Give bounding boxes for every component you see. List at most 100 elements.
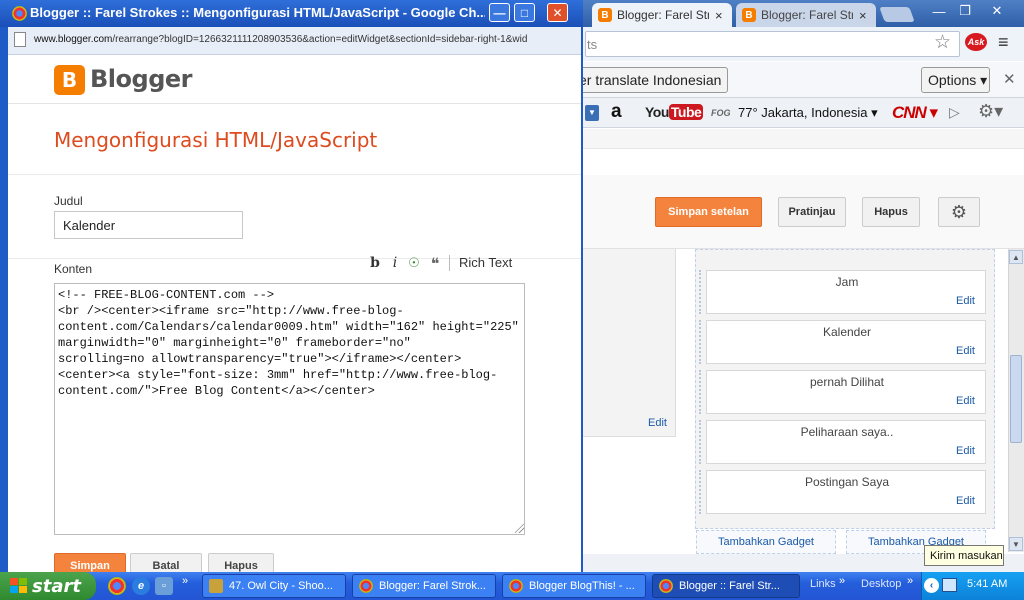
gadget-peliharaan-saya[interactable]: Peliharaan saya.. Edit <box>706 420 986 464</box>
drag-handle-icon[interactable] <box>699 320 705 364</box>
settings-gear-icon[interactable]: ⚙ <box>938 197 980 227</box>
popup-minimize-icon[interactable]: — <box>489 3 510 22</box>
windows-logo-icon <box>10 578 27 594</box>
save-arrangement-button[interactable]: Simpan setelan <box>655 197 762 227</box>
gadget-edit-link[interactable]: Edit <box>956 295 975 307</box>
toolbar-separator <box>449 255 450 271</box>
quicklaunch-chevron-icon[interactable]: » <box>182 575 188 587</box>
bookmark-star-icon[interactable]: ☆ <box>934 31 951 54</box>
gadget-edit-link[interactable]: Edit <box>956 445 975 457</box>
translate-button[interactable]: er translate Indonesian <box>568 67 728 93</box>
gadget-title: Kalender <box>822 325 872 339</box>
weather-widget[interactable]: 77° Jakarta, Indonesia ▾ <box>738 105 878 121</box>
gadget-kalender[interactable]: Kalender Edit <box>706 320 986 364</box>
scroll-up-icon[interactable]: ▲ <box>1009 250 1023 264</box>
blogger-favicon-icon: B <box>598 8 612 22</box>
gadget-edit-link[interactable]: Edit <box>956 395 975 407</box>
add-gadget-link[interactable]: Tambahkan Gadget <box>696 530 836 554</box>
minimize-icon[interactable]: — <box>928 2 950 20</box>
preview-button[interactable]: Pratinjau <box>778 197 846 227</box>
chrome-icon <box>509 579 523 593</box>
browser-tab-blogger-2[interactable]: B Blogger: Farel Stro × <box>736 3 876 27</box>
resize-grip-icon[interactable] <box>515 524 524 533</box>
blogger-wordmark: Blogger <box>90 65 192 93</box>
network-icon[interactable] <box>942 578 957 592</box>
taskbar-clock[interactable]: 5:41 AM <box>967 578 1007 590</box>
desktop-chevron-icon[interactable]: » <box>907 575 913 587</box>
chrome-menu-icon[interactable]: ≡ <box>998 32 1009 53</box>
drag-handle-icon[interactable] <box>699 370 705 414</box>
play-icon[interactable]: ▷ <box>949 104 960 121</box>
layout-main-column <box>580 249 676 437</box>
feedback-tooltip: Kirim masukan <box>924 545 1004 566</box>
cnn-icon[interactable]: CNN ▾ <box>892 103 938 123</box>
media-player-icon <box>209 579 223 593</box>
popup-maximize-icon[interactable]: □ <box>514 3 535 22</box>
youtube-you: You <box>645 104 669 120</box>
links-toolbar[interactable]: Links <box>810 578 836 590</box>
ask-extension-icon[interactable]: Ask <box>965 33 987 51</box>
translate-options-button[interactable]: Options ▾ <box>921 67 990 93</box>
close-window-icon[interactable]: ✕ <box>986 2 1008 20</box>
blogger-favicon-icon: B <box>742 8 756 22</box>
desktop-toolbar[interactable]: Desktop <box>861 578 901 590</box>
link-icon[interactable]: ☉ <box>405 253 423 273</box>
youtube-tube: Tube <box>668 104 704 120</box>
scroll-down-icon[interactable]: ▼ <box>1009 537 1023 551</box>
taskbar-item-label: 47. Owl City - Shoo... <box>229 580 333 592</box>
tab-close-icon[interactable]: × <box>859 8 867 23</box>
gadget-postingan-saya[interactable]: Postingan Saya Edit <box>706 470 986 514</box>
bold-button[interactable]: b <box>367 253 383 273</box>
quote-button[interactable]: ❝ <box>427 253 443 273</box>
content-code-editor[interactable]: <!-- FREE-BLOG-CONTENT.com --> <br /><ce… <box>54 283 525 535</box>
taskbar-item-blogger-farel[interactable]: Blogger: Farel Strok... <box>352 574 496 598</box>
taskbar-item-owl-city[interactable]: 47. Owl City - Shoo... <box>202 574 346 598</box>
youtube-icon[interactable]: You Tube <box>645 104 704 120</box>
links-chevron-icon[interactable]: » <box>839 575 845 587</box>
toolbar-dropdown-icon[interactable]: ▼ <box>585 105 599 121</box>
desktop-quicklaunch-icon[interactable]: ▫ <box>155 577 173 595</box>
gadget-pernah-dilihat[interactable]: pernah Dilihat Edit <box>706 370 986 414</box>
title-input[interactable] <box>54 211 243 239</box>
url-domain: www.blogger.com <box>34 34 113 45</box>
popup-close-icon[interactable]: ✕ <box>547 3 568 22</box>
chrome-quicklaunch-icon[interactable] <box>108 577 126 595</box>
drag-handle-icon[interactable] <box>699 420 705 464</box>
weather-fog-icon: FOG <box>711 108 731 118</box>
taskbar-item-label: Blogger :: Farel Str... <box>679 580 780 592</box>
gadget-title: Peliharaan saya.. <box>800 425 894 439</box>
drag-handle-icon[interactable] <box>699 470 705 514</box>
chrome-icon <box>659 579 673 593</box>
rich-text-toggle[interactable]: Rich Text <box>459 255 512 270</box>
chrome-icon <box>12 6 27 21</box>
taskbar-item-blogthis[interactable]: Blogger BlogThis! - ... <box>502 574 646 598</box>
gadget-jam[interactable]: Jam Edit <box>706 270 986 314</box>
omnibox[interactable] <box>585 31 960 57</box>
tray-expand-icon[interactable]: ‹ <box>924 578 939 593</box>
main-column-edit-link[interactable]: Edit <box>648 417 667 429</box>
taskbar-item-blogger-config[interactable]: Blogger :: Farel Str... <box>652 574 800 598</box>
new-tab-button[interactable] <box>879 7 915 22</box>
drag-handle-icon[interactable] <box>699 270 705 314</box>
gadget-title: pernah Dilihat <box>809 375 885 389</box>
layout-header-strip <box>580 129 1024 149</box>
italic-button[interactable]: i <box>388 253 402 273</box>
omnibox-text: ts <box>587 37 598 52</box>
internet-explorer-icon[interactable]: e <box>132 577 150 595</box>
infobar-close-icon[interactable]: ✕ <box>1003 70 1016 88</box>
chrome-icon <box>359 579 373 593</box>
tab-close-icon[interactable]: × <box>715 8 723 23</box>
gear-icon[interactable]: ⚙▾ <box>978 101 1003 122</box>
scroll-thumb[interactable] <box>1010 355 1022 443</box>
tab-title: Blogger: Farel Stro <box>617 8 709 22</box>
gadget-edit-link[interactable]: Edit <box>956 345 975 357</box>
url-path: /rearrange?blogID=1266321111208903536&ac… <box>112 34 528 45</box>
page-title: Mengonfigurasi HTML/JavaScript <box>54 128 378 152</box>
taskbar-item-label: Blogger BlogThis! - ... <box>529 580 635 592</box>
amazon-icon[interactable]: a <box>611 101 622 123</box>
restore-icon[interactable]: ❐ <box>954 2 976 20</box>
browser-tab-blogger-1[interactable]: B Blogger: Farel Stro × <box>592 3 732 27</box>
layout-delete-button[interactable]: Hapus <box>862 197 920 227</box>
gadget-edit-link[interactable]: Edit <box>956 495 975 507</box>
popup-url[interactable]: www.blogger.com/rearrange?blogID=1266321… <box>34 34 579 45</box>
